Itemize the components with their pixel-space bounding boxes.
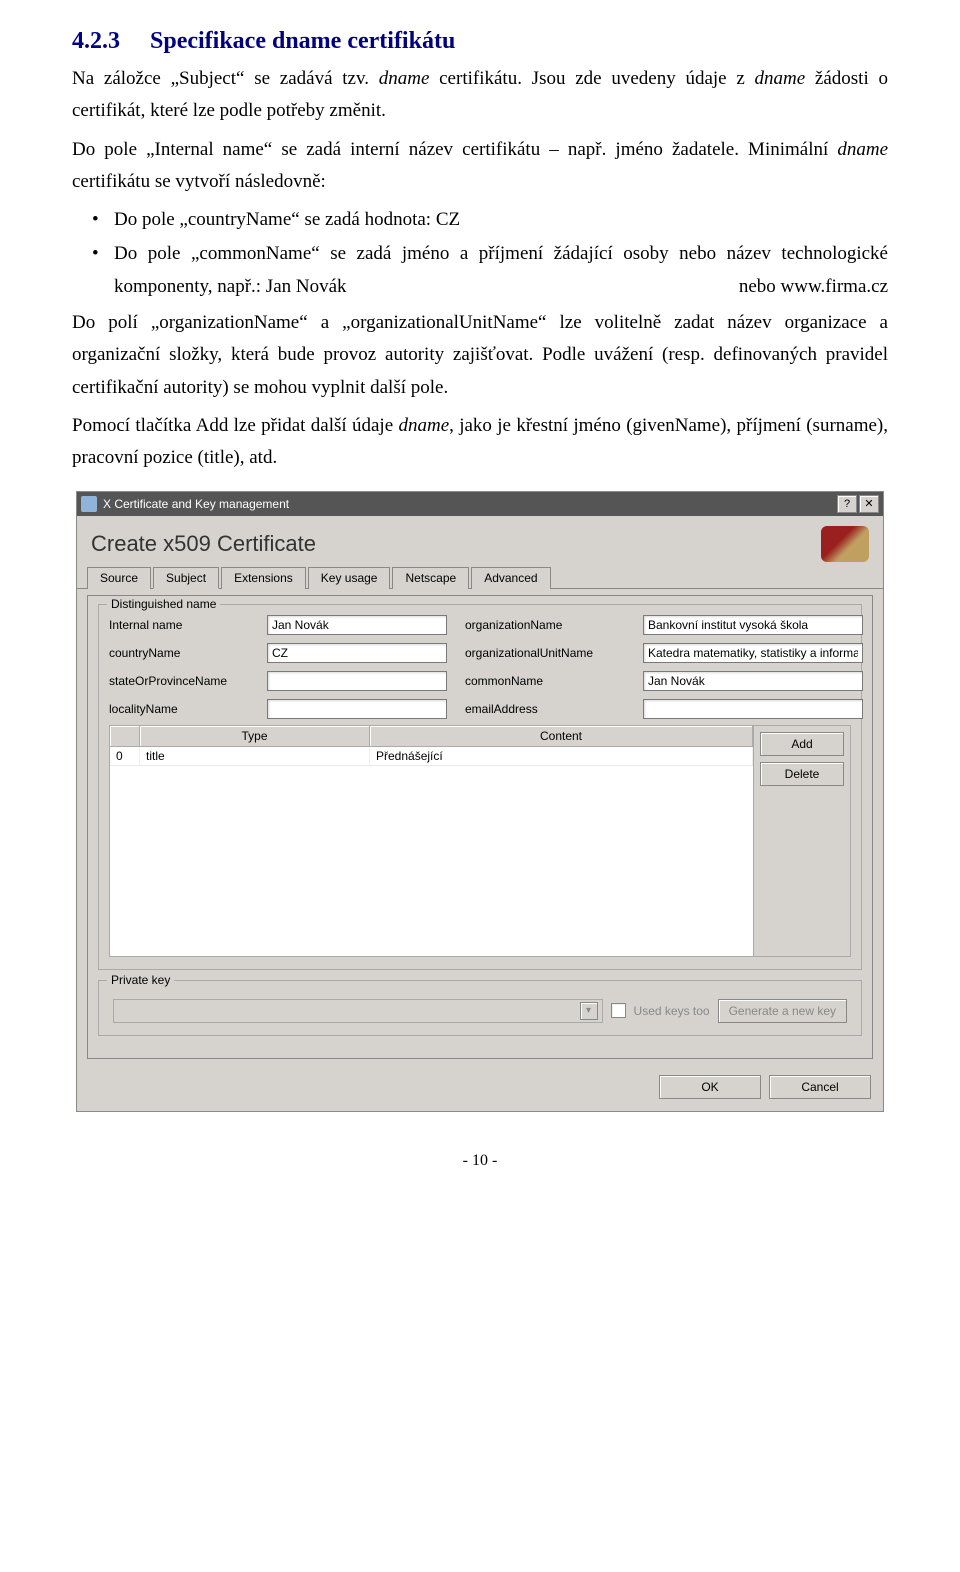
paragraph-2: Do pole „Internal name“ se zadá interní … xyxy=(72,134,888,199)
text: Pomocí tlačítka Add lze přidat další úda… xyxy=(72,415,398,436)
italic-text: dname xyxy=(837,139,888,160)
col-index xyxy=(110,726,140,746)
app-icon xyxy=(81,496,97,512)
italic-text: dname xyxy=(379,68,430,89)
dialog-title-text: Create x509 Certificate xyxy=(91,531,316,557)
label-internal-name: Internal name xyxy=(109,618,249,632)
tab-source[interactable]: Source xyxy=(87,567,151,589)
window-title: X Certificate and Key management xyxy=(103,497,289,511)
generate-key-button: Generate a new key xyxy=(718,999,847,1023)
italic-text: dname xyxy=(398,415,449,436)
used-keys-label: Used keys too xyxy=(634,1004,710,1018)
xca-window: X Certificate and Key management ? ✕ Cre… xyxy=(76,491,884,1112)
col-content: Content xyxy=(370,726,753,746)
table-row[interactable]: 0 title Přednášející xyxy=(110,747,753,766)
text: Na záložce „Subject“ se zadává tzv. xyxy=(72,68,379,89)
input-internal-name[interactable] xyxy=(267,615,447,635)
paragraph-4: Pomocí tlačítka Add lze přidat další úda… xyxy=(72,410,888,475)
tab-subject[interactable]: Subject xyxy=(153,567,219,589)
add-button[interactable]: Add xyxy=(760,732,844,756)
pk-legend: Private key xyxy=(107,973,174,987)
tab-panel: Distinguished name Internal name organiz… xyxy=(87,595,873,1059)
bullet-item: Do pole „countryName“ se zadá hodnota: C… xyxy=(114,204,888,236)
cell-content: Přednášející xyxy=(370,747,753,765)
cancel-button[interactable]: Cancel xyxy=(769,1075,871,1099)
label-common-name: commonName xyxy=(465,674,625,688)
help-button[interactable]: ? xyxy=(837,495,857,513)
dialog-title: Create x509 Certificate xyxy=(77,516,883,566)
label-organization-name: organizationName xyxy=(465,618,625,632)
input-organizational-unit-name[interactable] xyxy=(643,643,863,663)
paragraph-1: Na záložce „Subject“ se zadává tzv. dnam… xyxy=(72,63,888,128)
used-keys-checkbox[interactable] xyxy=(611,1003,626,1018)
private-key-fieldset: Private key ▾ Used keys too Generate a n… xyxy=(98,980,862,1036)
label-email-address: emailAddress xyxy=(465,702,625,716)
input-organization-name[interactable] xyxy=(643,615,863,635)
chevron-down-icon: ▾ xyxy=(580,1002,598,1020)
dn-legend: Distinguished name xyxy=(107,597,220,611)
section-heading: 4.2.3 Specifikace dname certifikátu xyxy=(72,28,888,55)
input-locality-name[interactable] xyxy=(267,699,447,719)
label-locality-name: localityName xyxy=(109,702,249,716)
text: Do pole „countryName“ se zadá hodnota: C… xyxy=(114,209,460,230)
cell-index: 0 xyxy=(110,747,140,765)
input-common-name[interactable] xyxy=(643,671,863,691)
italic-text: dname xyxy=(755,68,806,89)
heading-text: Specifikace dname certifikátu xyxy=(150,28,455,54)
tab-advanced[interactable]: Advanced xyxy=(471,567,550,589)
titlebar: X Certificate and Key management ? ✕ xyxy=(77,492,883,516)
heading-number: 4.2.3 xyxy=(72,28,120,55)
dn-extra-table: Type Content 0 title Přednášející xyxy=(109,725,851,957)
cell-type: title xyxy=(140,747,370,765)
page-number: - 10 - xyxy=(72,1152,888,1170)
label-country-name: countryName xyxy=(109,646,249,660)
text: certifikátu. Jsou zde uvedeny údaje z xyxy=(429,68,754,89)
tab-bar: Source Subject Extensions Key usage Nets… xyxy=(77,566,883,589)
text: Do pole „Internal name“ se zadá interní … xyxy=(72,139,837,160)
label-organizational-unit-name: organizationalUnitName xyxy=(465,646,625,660)
tab-extensions[interactable]: Extensions xyxy=(221,567,306,589)
input-email-address[interactable] xyxy=(643,699,863,719)
delete-button[interactable]: Delete xyxy=(760,762,844,786)
input-state-or-province[interactable] xyxy=(267,671,447,691)
text: certifikátu se vytvoří následovně: xyxy=(72,171,326,192)
xca-logo xyxy=(821,526,869,562)
table-header-row: Type Content xyxy=(110,726,753,747)
text: nebo www.firma.cz xyxy=(739,271,888,303)
label-state-or-province: stateOrProvinceName xyxy=(109,674,249,688)
bullet-list: Do pole „countryName“ se zadá hodnota: C… xyxy=(72,204,888,303)
distinguished-name-fieldset: Distinguished name Internal name organiz… xyxy=(98,604,862,970)
tab-key-usage[interactable]: Key usage xyxy=(308,567,391,589)
private-key-select: ▾ xyxy=(113,999,603,1023)
bullet-item: Do pole „commonName“ se zadá jméno a pří… xyxy=(114,238,888,303)
paragraph-3: Do polí „organizationName“ a „organizati… xyxy=(72,307,888,404)
tab-netscape[interactable]: Netscape xyxy=(392,567,469,589)
ok-button[interactable]: OK xyxy=(659,1075,761,1099)
col-type: Type xyxy=(140,726,370,746)
close-button[interactable]: ✕ xyxy=(859,495,879,513)
input-country-name[interactable] xyxy=(267,643,447,663)
